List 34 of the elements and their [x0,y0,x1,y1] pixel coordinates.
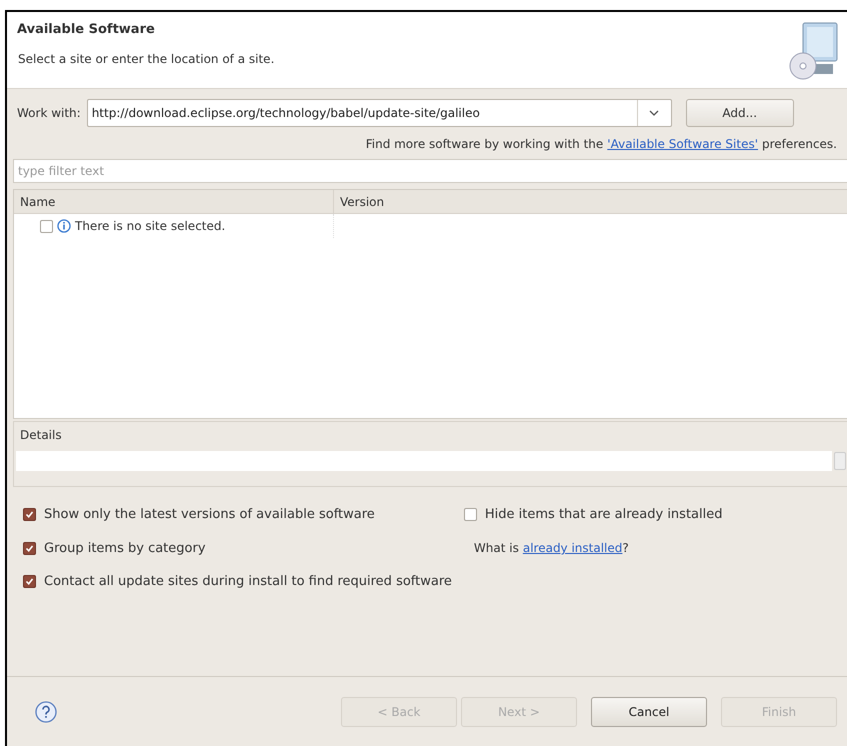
filter-field[interactable]: type filter text [13,159,847,183]
work-with-label: Work with: [16,105,81,122]
sites-link[interactable]: 'Available Software Sites' [607,135,758,153]
table-cell-text: There is no site selected. [75,218,226,235]
column-header[interactable]: Version [334,190,847,213]
help-icon[interactable] [35,700,57,722]
page-title: Available Software [17,21,156,39]
site-combo-field[interactable]: http://download.eclipse.org/technology/babel/update-site/galileo [86,99,672,127]
hint-text: preferences. [762,136,837,153]
check-icon [25,510,34,520]
hint-text: Find more software by working with the [366,136,604,153]
add-button[interactable]: Add... [686,99,794,127]
check-icon [25,544,34,553]
installed-text: ? [622,540,629,558]
option-label[interactable]: Hide items that are already installed [484,505,722,524]
check-icon [25,577,34,586]
checkbox[interactable] [23,508,36,522]
checkbox[interactable] [23,542,36,555]
chevron-down-icon [649,110,660,116]
checkbox[interactable] [464,508,477,522]
option-label[interactable]: Group items by category [44,538,206,558]
computer-cd-icon [787,20,839,82]
checkbox[interactable] [23,575,36,588]
details-label: Details [19,427,63,444]
info-icon [57,219,71,233]
option-label[interactable]: Show only the latest versions of available software [44,505,375,524]
installed-link[interactable]: already installed [522,539,622,558]
installed-text: What is [474,540,519,558]
option-label[interactable]: Contact all update sites during install to find required software [44,572,452,592]
wizard-button[interactable]: Cancel [591,696,707,726]
column-header[interactable]: Name [14,190,334,213]
details-field[interactable] [16,451,832,471]
page-subtitle: Select a site or enter the location of a site. [17,50,274,68]
checkbox[interactable] [40,220,53,232]
